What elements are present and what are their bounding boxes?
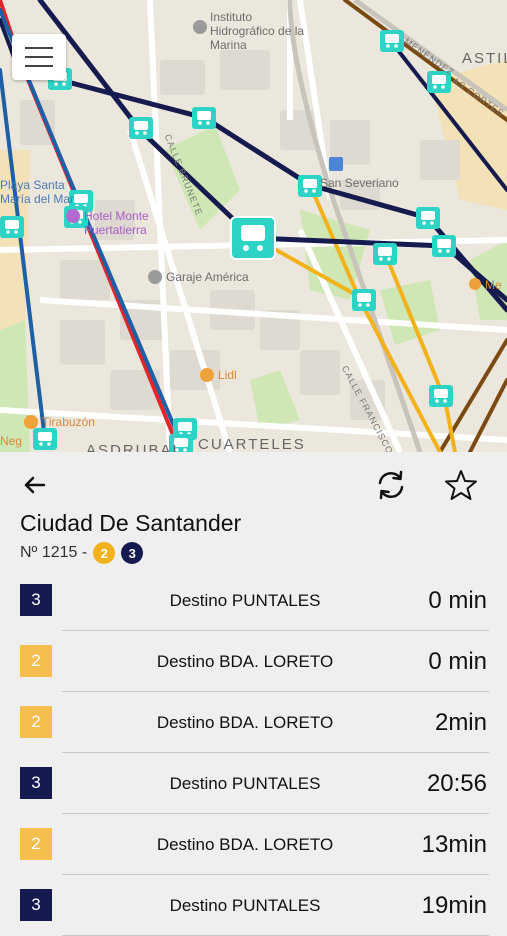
bus-stop-marker	[0, 216, 24, 238]
line-number-badge: 2	[20, 828, 52, 860]
arrival-destination: Destino PUNTALES	[169, 896, 321, 915]
bus-stop-marker	[33, 428, 57, 450]
park-area-4	[0, 320, 30, 452]
map-label-tirabuzon: Tirabuzón	[42, 415, 95, 429]
stop-number: Nº 1215 -	[20, 544, 88, 561]
selected-bus-stop-marker	[230, 216, 276, 260]
line-number-badge: 2	[20, 706, 52, 738]
arrival-eta: 0 min	[428, 587, 487, 614]
arrival-row[interactable]: 3 Destino PUNTALES 19min	[0, 875, 507, 936]
map-label-me: Me	[485, 278, 502, 292]
map-label-lidl: Lidl	[218, 368, 237, 382]
arrival-destination: Destino BDA. LORETO	[156, 652, 334, 671]
bus-stop-marker	[432, 235, 456, 257]
bus-stop-marker	[298, 175, 322, 197]
bus-stop-marker	[373, 243, 397, 265]
arrival-eta: 0 min	[428, 648, 487, 675]
stop-detail-sheet: Ciudad De Santander Nº 1215 - 2 3 3 Dest…	[0, 452, 507, 936]
bus-stop-marker	[416, 207, 440, 229]
map-label-asdrubal: ASDRUBAL	[86, 442, 183, 452]
arrow-left-icon	[24, 476, 46, 494]
hamburger-icon	[25, 47, 53, 49]
map-label-astil: ASTIL	[462, 50, 507, 67]
line-badge: 2	[93, 542, 116, 564]
landmark-icon	[193, 20, 207, 34]
line-number-badge: 3	[20, 584, 52, 616]
line-badge: 3	[121, 542, 144, 564]
map-label-san-severiano: San Severiano	[320, 176, 399, 190]
bus-stop-marker	[192, 107, 216, 129]
map-label-playa: Playa Santa María del Mar	[0, 178, 75, 206]
line-number-badge: 2	[20, 645, 52, 677]
map-canvas[interactable]	[0, 0, 507, 452]
map-label-garaje: Garaje América	[166, 270, 249, 284]
refresh-button[interactable]	[372, 466, 410, 504]
menu-button[interactable]	[12, 34, 66, 80]
arrival-destination: Destino BDA. LORETO	[156, 835, 334, 854]
park-area-5	[250, 370, 300, 430]
map-view[interactable]: Instituto Hidrográfico de la Marina Hote…	[0, 0, 507, 452]
arrival-eta: 20:56	[426, 770, 487, 797]
bus-stop-marker	[380, 30, 404, 52]
bus-stop-marker	[352, 289, 376, 311]
arrival-destination: Destino PUNTALES	[169, 591, 321, 610]
star-outline-icon	[445, 470, 477, 500]
arrival-eta: 19min	[421, 892, 487, 919]
map-label-cuarteles: CUARTELES	[198, 436, 306, 452]
hotel-icon	[66, 209, 80, 223]
poi-icon	[469, 278, 481, 290]
refresh-icon	[378, 470, 404, 500]
map-label-institute: Instituto Hidrográfico de la Marina	[210, 10, 305, 52]
arrival-row[interactable]: 2 Destino BDA. LORETO 13min	[0, 814, 507, 875]
stop-meta: Nº 1215 - 2 3	[20, 542, 144, 564]
bus-station-icon	[329, 157, 343, 171]
bus-stop-marker	[129, 117, 153, 139]
bus-stop-marker	[429, 385, 453, 407]
arrival-destination: Destino BDA. LORETO	[156, 713, 334, 732]
map-label-neg: Neg	[0, 434, 23, 448]
toolbar	[0, 452, 507, 514]
restaurant-icon	[24, 415, 38, 429]
map-label-hotel: Hotel Monte Puertatierra	[84, 209, 149, 237]
arrival-row[interactable]: 2 Destino BDA. LORETO 2min	[0, 692, 507, 753]
stop-name: Ciudad De Santander	[20, 510, 242, 536]
parking-icon	[148, 270, 162, 284]
favorite-button[interactable]	[442, 466, 480, 504]
shop-icon	[200, 368, 214, 382]
arrival-eta: 2min	[434, 709, 487, 736]
line-number-badge: 3	[20, 767, 52, 799]
line-number-badge: 3	[20, 889, 52, 921]
arrival-eta: 13min	[421, 831, 487, 858]
back-button[interactable]	[18, 468, 52, 502]
arrival-destination: Destino PUNTALES	[169, 774, 321, 793]
arrival-row[interactable]: 3 Destino PUNTALES 20:56	[0, 753, 507, 814]
arrivals-list: 3 Destino PUNTALES 0 min 2 Destino BDA. …	[0, 570, 507, 936]
arrival-row[interactable]: 2 Destino BDA. LORETO 0 min	[0, 631, 507, 692]
arrival-row[interactable]: 3 Destino PUNTALES 0 min	[0, 570, 507, 631]
